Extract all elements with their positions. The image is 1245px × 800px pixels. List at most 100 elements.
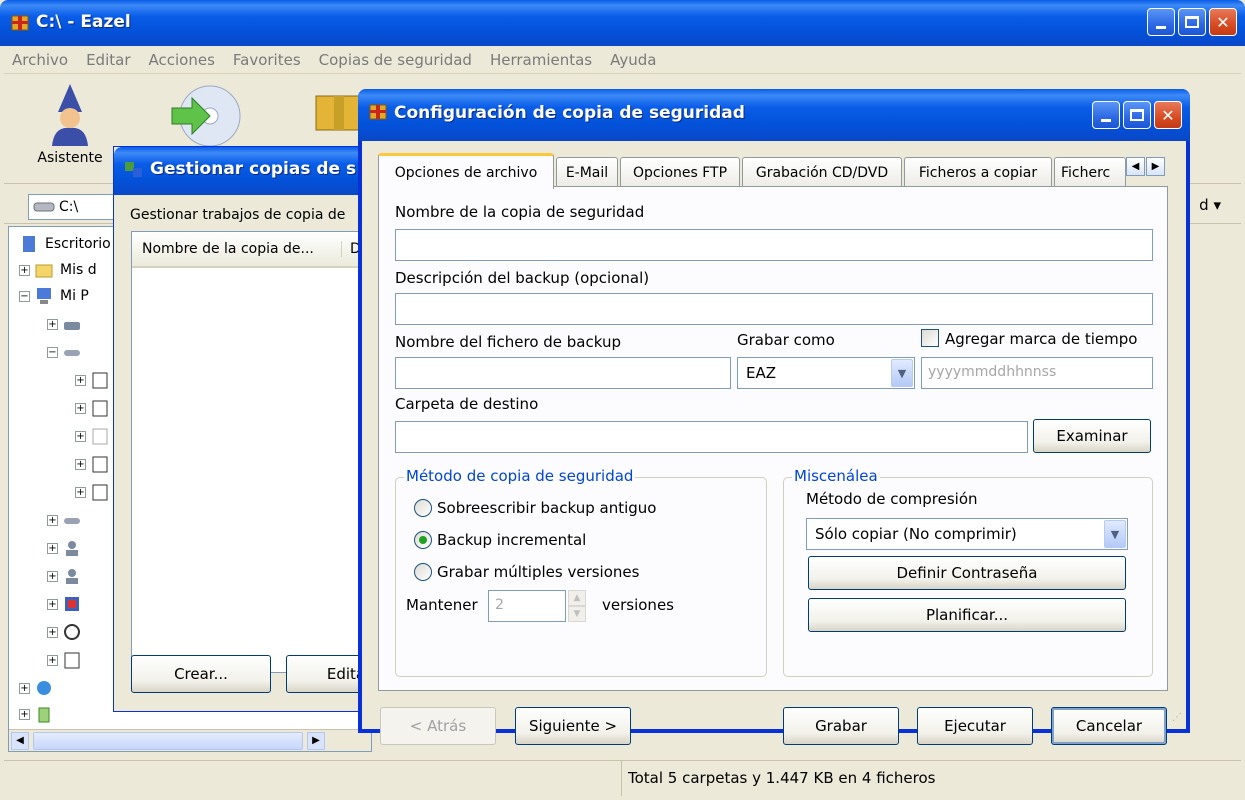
radio-button[interactable] xyxy=(414,499,432,517)
expand-icon[interactable]: + xyxy=(75,458,86,470)
menu-archivo[interactable]: Archivo xyxy=(12,51,68,69)
timestamp-format-input[interactable]: yyyymmddhhnnss xyxy=(921,357,1153,389)
scroll-right-icon[interactable]: ▶ xyxy=(307,732,325,750)
expand-icon[interactable]: + xyxy=(75,402,86,414)
tree-item[interactable]: + xyxy=(47,591,88,617)
radio-button[interactable] xyxy=(414,531,432,549)
spinner-down-icon[interactable]: ▼ xyxy=(568,606,586,622)
menu-herramientas[interactable]: Herramientas xyxy=(490,51,592,69)
backup-jobs-list[interactable]: Nombre de la copia de... D xyxy=(131,231,371,673)
timestamp-checkbox[interactable] xyxy=(921,329,939,347)
tree-item[interactable]: + xyxy=(47,311,88,337)
tree-item-pc[interactable]: − Mi P xyxy=(19,283,89,309)
tree-item-desktop[interactable]: Escritorio xyxy=(19,231,111,257)
tree-item[interactable]: + xyxy=(47,647,88,673)
save-as-select[interactable]: EAZ ▼ xyxy=(737,357,915,389)
menu-editar[interactable]: Editar xyxy=(86,51,130,69)
collapse-icon[interactable]: − xyxy=(47,346,58,358)
radio-incremental-label: Backup incremental xyxy=(437,531,587,549)
menu-copias[interactable]: Copias de seguridad xyxy=(319,51,472,69)
minimize-button[interactable] xyxy=(1092,101,1120,129)
radio-incremental[interactable]: Backup incremental xyxy=(414,528,586,552)
menu-ayuda[interactable]: Ayuda xyxy=(610,51,656,69)
close-button[interactable]: ✕ xyxy=(1154,101,1182,129)
expand-icon[interactable]: + xyxy=(75,486,86,498)
maximize-button[interactable] xyxy=(1123,101,1151,129)
expand-icon[interactable]: + xyxy=(75,430,86,442)
tree-item[interactable]: + xyxy=(75,367,116,393)
expand-icon[interactable]: + xyxy=(47,318,58,330)
tab-file-options[interactable]: Opciones de archivo xyxy=(378,153,554,189)
spinner-up-icon[interactable]: ▲ xyxy=(568,590,586,606)
address-dropdown[interactable]: d ▾ xyxy=(1199,196,1221,214)
tree-item[interactable]: + xyxy=(75,479,116,505)
minimize-button[interactable] xyxy=(1147,8,1175,36)
tab-scroll-left-icon[interactable]: ◀ xyxy=(1126,157,1145,176)
manage-titlebar[interactable]: Gestionar copias de s xyxy=(114,147,377,195)
description-input[interactable] xyxy=(395,293,1153,325)
set-password-button[interactable]: Definir Contraseña xyxy=(808,556,1126,590)
tab-files-more[interactable]: Ficherc xyxy=(1054,157,1126,187)
filename-input[interactable] xyxy=(395,357,731,389)
back-button[interactable]: < Atrás xyxy=(380,707,496,745)
maximize-button[interactable] xyxy=(1178,8,1206,36)
expand-icon[interactable]: + xyxy=(47,598,58,610)
expand-icon[interactable]: + xyxy=(19,264,30,276)
tree-item[interactable]: + xyxy=(75,451,116,477)
close-button[interactable]: ✕ xyxy=(1209,8,1237,36)
scroll-thumb[interactable] xyxy=(33,732,303,750)
create-button[interactable]: Crear... xyxy=(131,655,271,693)
tree-item[interactable]: + xyxy=(47,535,88,561)
chevron-down-icon[interactable]: ▼ xyxy=(891,359,913,387)
menu-acciones[interactable]: Acciones xyxy=(149,51,215,69)
menu-favorites[interactable]: Favorites xyxy=(233,51,301,69)
tree-item[interactable]: + xyxy=(75,423,116,449)
tab-scroll-right-icon[interactable]: ▶ xyxy=(1146,157,1165,176)
radio-overwrite[interactable]: Sobreescribir backup antiguo xyxy=(414,496,656,520)
main-titlebar[interactable]: C:\ - Eazel ✕ xyxy=(0,0,1245,46)
expand-icon[interactable]: + xyxy=(47,626,58,638)
expand-icon[interactable]: + xyxy=(75,374,86,386)
tab-cd-dvd[interactable]: Grabación CD/DVD xyxy=(742,157,902,187)
compression-select[interactable]: Sólo copiar (No comprimir) ▼ xyxy=(806,518,1128,550)
browse-button[interactable]: Examinar xyxy=(1033,419,1151,453)
tree-item[interactable]: + xyxy=(47,563,88,589)
backup-name-input[interactable] xyxy=(395,229,1153,261)
tree-item-docs[interactable]: + Mis d xyxy=(19,257,97,283)
tab-ftp[interactable]: Opciones FTP xyxy=(620,157,740,187)
expand-icon[interactable]: + xyxy=(19,682,30,694)
expand-icon[interactable]: + xyxy=(19,708,30,720)
column-name[interactable]: Nombre de la copia de... xyxy=(132,241,342,257)
radio-multiple-versions[interactable]: Grabar múltiples versiones xyxy=(414,560,639,584)
schedule-button[interactable]: Planificar... xyxy=(808,598,1126,632)
expand-icon[interactable]: + xyxy=(47,570,58,582)
save-button[interactable]: Grabar xyxy=(783,707,899,745)
tab-files-to-copy[interactable]: Ficheros a copiar xyxy=(904,157,1052,187)
tree-horizontal-scrollbar[interactable]: ◀ ▶ xyxy=(9,729,371,751)
tree-item[interactable]: + xyxy=(19,701,60,727)
versions-spinner[interactable]: ▲ ▼ xyxy=(568,590,586,622)
keep-versions-input[interactable]: 2 xyxy=(488,590,566,622)
resize-grip-icon[interactable]: ⋰ xyxy=(1168,711,1182,725)
collapse-icon[interactable]: − xyxy=(19,290,30,302)
expand-icon[interactable]: + xyxy=(47,514,58,526)
cancel-button[interactable]: Cancelar xyxy=(1051,707,1167,745)
tree-item[interactable]: + xyxy=(47,507,88,533)
tab-strip: Opciones de archivo E-Mail Opciones FTP … xyxy=(378,153,1168,189)
chevron-down-icon[interactable]: ▼ xyxy=(1104,520,1126,548)
scroll-left-icon[interactable]: ◀ xyxy=(11,732,29,750)
expand-icon[interactable]: + xyxy=(47,542,58,554)
tree-item[interactable]: + xyxy=(19,675,60,701)
destination-input[interactable] xyxy=(395,421,1028,453)
restore-tool[interactable] xyxy=(164,82,244,156)
tab-email[interactable]: E-Mail xyxy=(556,157,618,187)
run-button[interactable]: Ejecutar xyxy=(917,707,1033,745)
next-button[interactable]: Siguiente > xyxy=(515,707,631,745)
radio-button[interactable] xyxy=(414,563,432,581)
tree-item[interactable]: − xyxy=(47,339,88,365)
config-titlebar[interactable]: Configuración de copia de seguridad ✕ xyxy=(358,89,1190,141)
wizard-tool[interactable]: Asistente xyxy=(28,82,112,166)
tree-item[interactable]: + xyxy=(75,395,116,421)
tree-item[interactable]: + xyxy=(47,619,88,645)
expand-icon[interactable]: + xyxy=(47,654,58,666)
